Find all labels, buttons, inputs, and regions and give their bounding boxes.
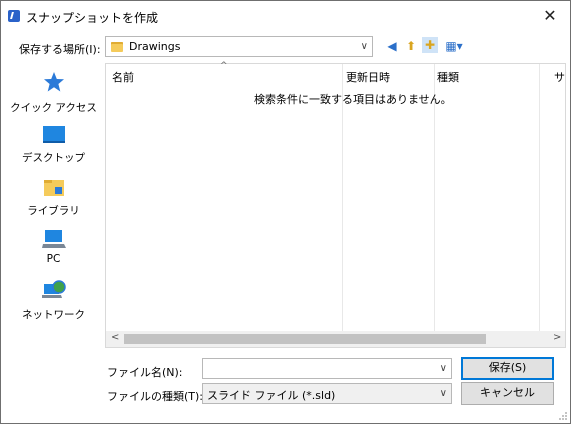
place-label: PC: [46, 253, 61, 265]
filetype-value: スライド ファイル (*.sld): [207, 389, 336, 402]
save-button[interactable]: 保存(S): [461, 357, 554, 380]
new-folder-icon[interactable]: ✚: [422, 37, 438, 53]
network-icon: [42, 280, 66, 298]
place-network[interactable]: ネットワーク: [7, 277, 100, 323]
up-folder-icon[interactable]: ⬆: [403, 38, 419, 54]
back-icon[interactable]: ◀: [384, 38, 400, 54]
scroll-left-icon[interactable]: <: [111, 332, 119, 343]
column-header-type[interactable]: 種類: [437, 69, 459, 85]
scroll-thumb[interactable]: [124, 334, 486, 344]
column-divider: [539, 64, 540, 332]
pc-icon: [42, 230, 66, 248]
column-header-modified[interactable]: 更新日時: [346, 69, 390, 85]
place-label: ライブラリ: [27, 205, 80, 217]
resize-grip-icon[interactable]: [558, 411, 568, 421]
desktop-icon: [43, 126, 65, 143]
filetype-label: ファイルの種類(T):: [107, 390, 204, 403]
chevron-down-icon: ∨: [439, 388, 447, 399]
empty-message: 検索条件に一致する項目はありません。: [254, 93, 452, 106]
place-label: ネットワーク: [22, 309, 85, 321]
place-label: デスクトップ: [22, 152, 85, 164]
close-button[interactable]: ✕: [530, 1, 570, 31]
title-bar: スナップショットを作成 ✕: [1, 1, 570, 31]
location-value: Drawings: [129, 40, 181, 53]
place-desktop[interactable]: デスクトップ: [7, 121, 100, 167]
star-icon: [44, 72, 64, 92]
chevron-down-icon[interactable]: ∨: [440, 363, 447, 374]
column-header-size[interactable]: サ: [554, 69, 565, 85]
view-menu-icon[interactable]: ▦▾: [443, 38, 465, 54]
location-combo[interactable]: Drawings ∨: [105, 36, 373, 57]
filename-label: ファイル名(N):: [107, 366, 183, 379]
sort-ascending-icon: ^: [220, 61, 228, 71]
filetype-select[interactable]: スライド ファイル (*.sld) ∨: [202, 383, 452, 404]
column-header-name[interactable]: 名前: [112, 69, 134, 85]
place-label: クイック アクセス: [10, 102, 97, 114]
horizontal-scrollbar[interactable]: < >: [106, 331, 565, 347]
chevron-down-icon: ∨: [360, 41, 368, 52]
dialog-title: スナップショットを作成: [26, 11, 159, 25]
app-icon: [8, 10, 20, 22]
save-dialog: スナップショットを作成 ✕ 保存する場所(I): Drawings ∨ ◀ ⬆ …: [0, 0, 571, 424]
library-icon: [44, 180, 64, 196]
cancel-button[interactable]: キャンセル: [461, 382, 554, 405]
places-bar: クイック アクセス デスクトップ ライブラリ PC ネットワーク: [7, 63, 100, 406]
location-label: 保存する場所(I):: [19, 43, 101, 56]
filename-input[interactable]: ∨: [202, 358, 452, 379]
place-library[interactable]: ライブラリ: [7, 173, 100, 219]
file-list[interactable]: 名前 ^ 更新日時 種類 サ 検索条件に一致する項目はありません。 < >: [105, 61, 566, 348]
scroll-right-icon[interactable]: >: [553, 332, 561, 343]
place-quick-access[interactable]: クイック アクセス: [7, 67, 100, 114]
place-pc[interactable]: PC: [7, 227, 100, 269]
folder-icon: [111, 42, 123, 52]
